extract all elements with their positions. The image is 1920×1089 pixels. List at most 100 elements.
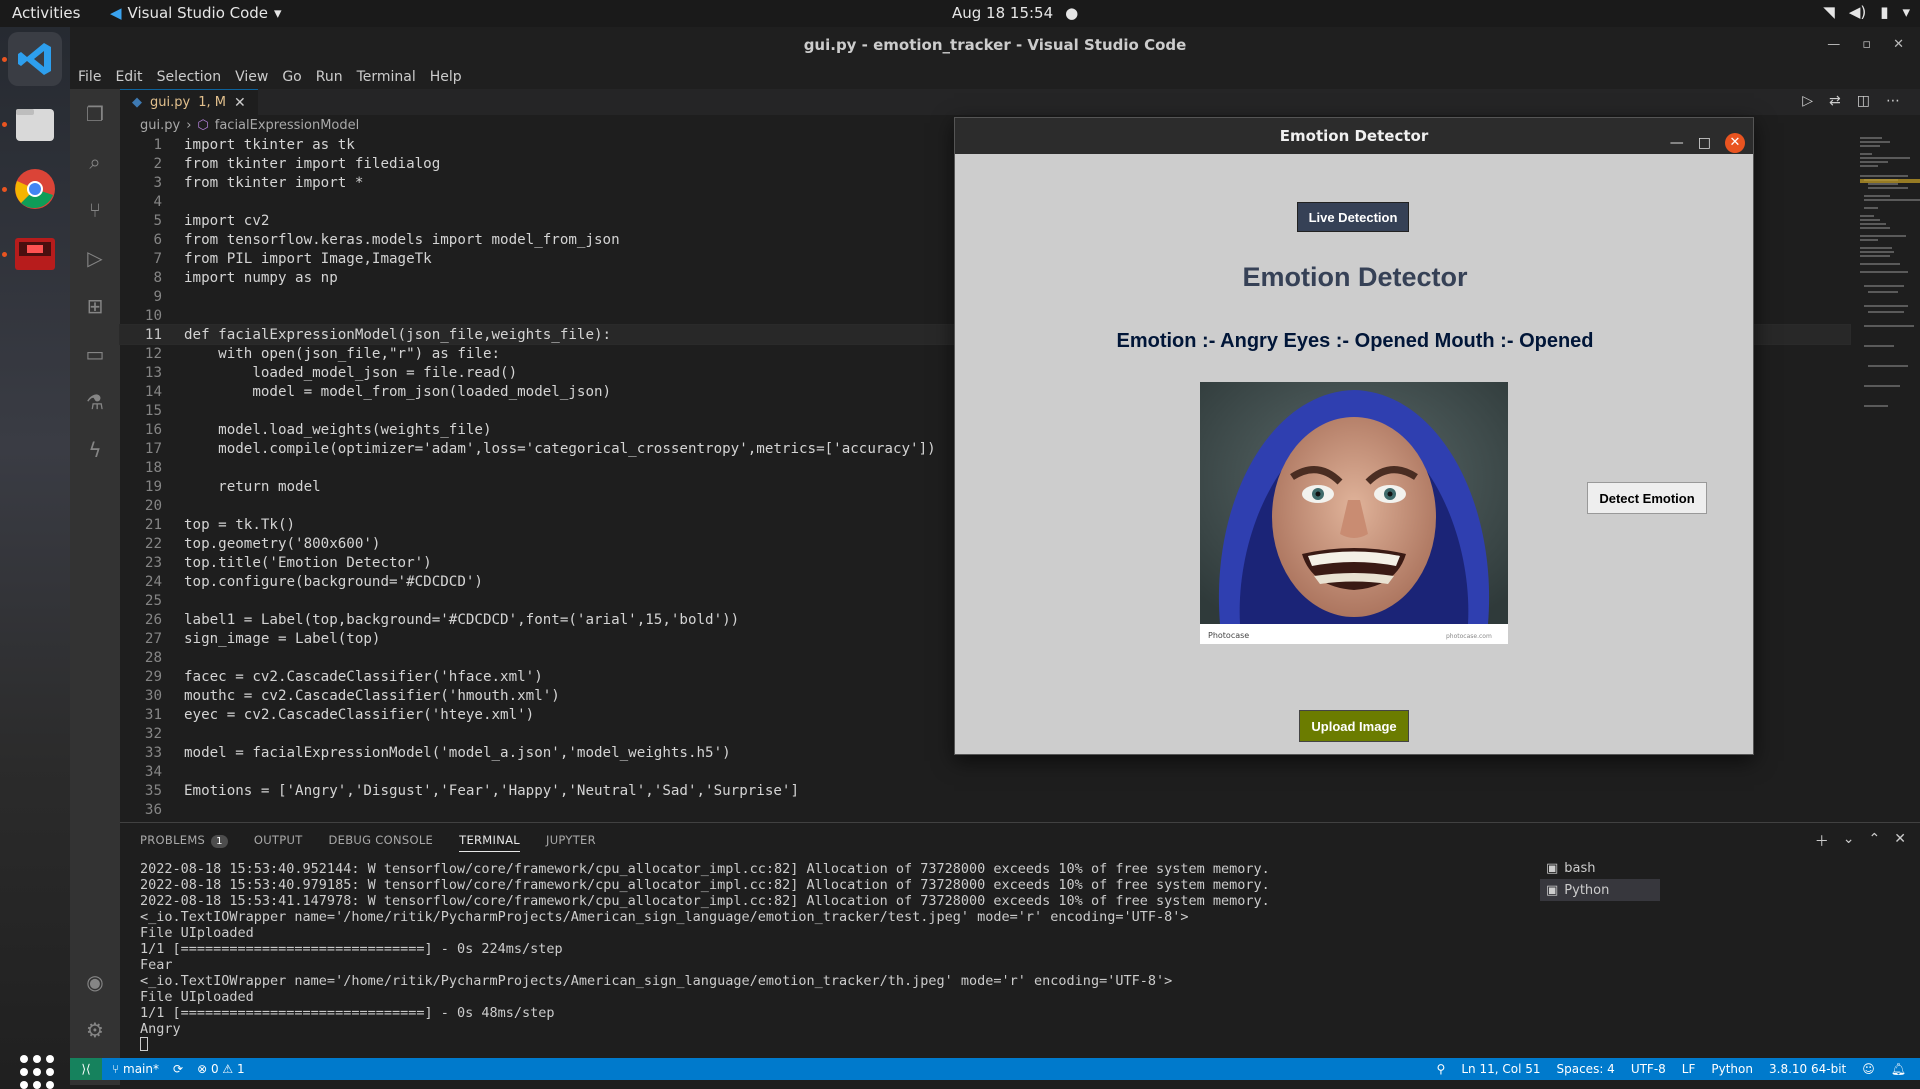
detect-emotion-button[interactable]: Detect Emotion [1587, 482, 1707, 514]
terminal-output[interactable]: 2022-08-18 15:53:40.952144: W tensorflow… [140, 861, 1470, 1053]
python-interpreter[interactable]: 3.8.10 64-bit [1769, 1062, 1846, 1076]
line-number: 16 [144, 421, 162, 438]
terminal-line: <_io.TextIOWrapper name='/home/ritik/Pyc… [140, 909, 1189, 925]
terminal-bash[interactable]: ▣ bash [1540, 857, 1660, 879]
accounts-icon[interactable]: ◉ [82, 969, 108, 995]
line-number: 3 [153, 174, 162, 191]
terminal-dropdown-icon[interactable]: ⌄ [1843, 831, 1855, 851]
search-icon[interactable]: ⌕ [82, 149, 108, 175]
line-number: 14 [144, 383, 162, 400]
system-tray[interactable]: ◥ ◀) ▮ ▾ [1823, 3, 1910, 21]
terminal-python[interactable]: ▣ Python [1540, 879, 1660, 901]
language-mode[interactable]: Python [1711, 1062, 1753, 1076]
lightning-icon[interactable]: ϟ [82, 437, 108, 463]
menu-selection[interactable]: Selection [157, 69, 222, 85]
tab-terminal[interactable]: TERMINAL [459, 833, 520, 852]
menu-run[interactable]: Run [316, 69, 343, 85]
line-number: 1 [153, 136, 162, 153]
terminal-line: Fear [140, 957, 173, 973]
minimize-icon[interactable]: — [1827, 27, 1840, 63]
encoding[interactable]: UTF-8 [1631, 1062, 1666, 1076]
tab-problems[interactable]: PROBLEMS 1 [140, 833, 228, 848]
panel-tabs: PROBLEMS 1 OUTPUT DEBUG CONSOLE TERMINAL … [120, 823, 1920, 857]
emotion-detector-window: Emotion Detector — □ ✕ Live Detection Em… [954, 117, 1754, 755]
line-number: 33 [144, 744, 162, 761]
branch-indicator[interactable]: ⑂ main* [112, 1062, 159, 1076]
problems-indicator[interactable]: ⊗ 0 ⚠ 1 [197, 1062, 245, 1076]
terminal-icon: ▣ [1546, 882, 1559, 898]
line-text: top = tk.Tk() [184, 516, 296, 533]
dock-screenshot-app[interactable] [8, 227, 62, 281]
split-editor-icon[interactable]: ◫ [1857, 93, 1870, 109]
settings-gear-icon[interactable]: ⚙ [82, 1017, 108, 1043]
source-control-icon[interactable]: ⑂ [82, 197, 108, 223]
tk-titlebar: Emotion Detector — □ ✕ [955, 118, 1753, 154]
window-title: gui.py - emotion_tracker - Visual Studio… [803, 36, 1187, 54]
live-detection-button[interactable]: Live Detection [1297, 202, 1409, 232]
breadcrumb-file[interactable]: gui.py [140, 118, 180, 133]
close-icon[interactable]: ✕ [1893, 27, 1904, 63]
more-actions-icon[interactable]: ⋯ [1886, 93, 1900, 109]
menu-terminal[interactable]: Terminal [357, 69, 416, 85]
tab-debug-console[interactable]: DEBUG CONSOLE [329, 833, 434, 847]
sync-icon[interactable]: ⟳ [173, 1062, 183, 1076]
feedback-icon[interactable]: ☺ [1862, 1062, 1875, 1076]
status-bar: ⟩⟨ ⑂ main* ⟳ ⊗ 0 ⚠ 1 ⚲ Ln 11, Col 51 Spa… [70, 1058, 1920, 1080]
line-number: 15 [144, 402, 162, 419]
line-ending[interactable]: LF [1682, 1062, 1696, 1076]
extensions-icon[interactable]: ⊞ [82, 293, 108, 319]
clock[interactable]: Aug 18 15:54 ● [952, 4, 1078, 22]
maximize-panel-icon[interactable]: ⌃ [1869, 831, 1881, 851]
notifications-icon[interactable]: 🔔︎ [1891, 1062, 1906, 1076]
line-text: eyec = cv2.CascadeClassifier('hteye.xml'… [184, 706, 535, 723]
upload-image-button[interactable]: Upload Image [1299, 710, 1409, 742]
indentation[interactable]: Spaces: 4 [1557, 1062, 1615, 1076]
explorer-icon[interactable]: ❐ [82, 101, 108, 127]
show-applications-icon[interactable] [20, 1055, 54, 1089]
new-terminal-icon[interactable]: ＋ [1815, 831, 1829, 851]
app-menu[interactable]: ◀ Visual Studio Code ▾ [110, 4, 282, 22]
live-share-icon[interactable]: ⚲ [1437, 1062, 1446, 1076]
dock-files[interactable] [8, 97, 62, 151]
tab-output[interactable]: OUTPUT [254, 833, 303, 847]
compare-changes-icon[interactable]: ⇄ [1829, 93, 1841, 109]
dock-chrome[interactable] [8, 162, 62, 216]
code-line[interactable]: 36 [120, 800, 1850, 819]
line-number: 35 [144, 782, 162, 799]
remote-indicator-icon[interactable]: ⟩⟨ [70, 1058, 102, 1080]
activities-button[interactable]: Activities [12, 4, 80, 22]
breadcrumb-symbol[interactable]: facialExpressionModel [215, 118, 359, 133]
line-number: 25 [144, 592, 162, 609]
close-panel-icon[interactable]: ✕ [1894, 831, 1906, 851]
battery-icon: ▮ [1880, 3, 1889, 21]
tab-close-icon[interactable]: ✕ [234, 95, 246, 111]
testing-icon[interactable]: ⚗ [82, 389, 108, 415]
menu-view[interactable]: View [235, 69, 268, 85]
menu-file[interactable]: File [78, 69, 101, 85]
maximize-icon[interactable]: ▫ [1862, 27, 1871, 63]
code-line[interactable]: 34 [120, 762, 1850, 781]
terminal-line: 2022-08-18 15:53:40.979185: W tensorflow… [140, 877, 1270, 893]
code-line[interactable]: 35 Emotions = ['Angry','Disgust','Fear','… [120, 781, 1850, 800]
line-number: 32 [144, 725, 162, 742]
panel-actions: ＋ ⌄ ⌃ ✕ [1815, 831, 1906, 851]
chevron-right-icon: › [186, 117, 192, 133]
tab-jupyter[interactable]: JUPYTER [546, 833, 596, 847]
uploaded-face-image: Photocase photocase.com [1200, 382, 1508, 644]
remote-explorer-icon[interactable]: ▭ [82, 341, 108, 367]
menu-edit[interactable]: Edit [115, 69, 142, 85]
cursor-position[interactable]: Ln 11, Col 51 [1461, 1062, 1540, 1076]
line-text: return model [184, 478, 321, 495]
line-text: model = facialExpressionModel('model_a.j… [184, 744, 731, 761]
minimap[interactable] [1860, 135, 1920, 515]
face-photo: Photocase photocase.com [1200, 382, 1508, 644]
menu-go[interactable]: Go [282, 69, 301, 85]
run-debug-icon[interactable]: ▷ [82, 245, 108, 271]
run-file-icon[interactable]: ▷ [1802, 93, 1813, 109]
dock-vscode[interactable] [8, 32, 62, 86]
tab-gui-py[interactable]: ◆ gui.py 1, M ✕ [120, 89, 258, 115]
line-number: 4 [153, 193, 162, 210]
menu-help[interactable]: Help [430, 69, 462, 85]
tk-close-icon[interactable]: ✕ [1725, 133, 1745, 153]
editor-actions: ▷ ⇄ ◫ ⋯ [1802, 93, 1900, 109]
